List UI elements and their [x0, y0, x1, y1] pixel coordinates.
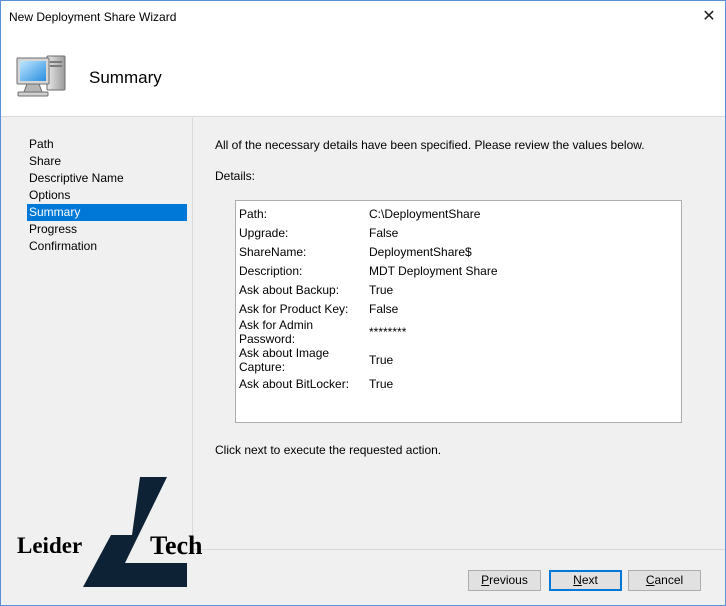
detail-row: Description: MDT Deployment Share	[239, 261, 498, 280]
detail-key: Ask about Image Capture:	[239, 346, 330, 374]
next-button-label: Next	[573, 573, 598, 587]
step-confirmation: Confirmation	[29, 239, 98, 253]
detail-value: MDT Deployment Share	[369, 263, 498, 278]
next-button[interactable]: Next	[549, 570, 622, 591]
detail-row: Ask for Product Key: False	[239, 299, 498, 318]
detail-value: DeploymentShare$	[369, 244, 472, 259]
title-bar: New Deployment Share Wizard ✕	[1, 1, 725, 32]
detail-row: Ask for Admin Password: ********	[239, 318, 498, 346]
window-title: New Deployment Share Wizard	[9, 10, 177, 24]
detail-value: True	[369, 282, 394, 297]
previous-button[interactable]: Previous	[468, 570, 541, 591]
step-path: Path	[29, 137, 54, 151]
step-summary: Summary	[27, 204, 187, 221]
step-descriptive-name: Descriptive Name	[29, 171, 124, 185]
detail-key: Ask for Admin Password:	[239, 318, 314, 346]
detail-value: True	[369, 376, 394, 391]
detail-key: ShareName:	[239, 244, 307, 259]
detail-row: ShareName: DeploymentShare$	[239, 242, 498, 261]
detail-row: Ask about Image Capture: True	[239, 346, 498, 374]
detail-value: True	[369, 353, 394, 367]
detail-key: Path:	[239, 206, 268, 221]
detail-row: Upgrade: False	[239, 223, 498, 242]
detail-row: Ask about BitLocker: True	[239, 374, 498, 393]
detail-key: Description:	[239, 263, 303, 278]
detail-key: Upgrade:	[239, 225, 289, 240]
cancel-button-label: Cancel	[645, 573, 684, 587]
leidertech-watermark: Leider Tech	[15, 475, 225, 590]
page-title: Summary	[89, 68, 162, 87]
intro-text: All of the necessary details have been s…	[215, 138, 645, 152]
detail-key: Ask for Product Key:	[239, 301, 349, 316]
detail-value: C:\DeploymentShare	[369, 206, 481, 221]
previous-button-label: Previous	[481, 573, 528, 587]
detail-row: Ask about Backup: True	[239, 280, 498, 299]
step-options: Options	[29, 188, 71, 202]
step-progress: Progress	[29, 222, 78, 236]
wizard-header: Summary	[1, 32, 725, 117]
details-label: Details:	[215, 169, 256, 183]
detail-key: Ask about Backup:	[239, 282, 340, 297]
steps-list: Path Share Descriptive Name Options Summary P…	[27, 136, 187, 255]
detail-value: False	[369, 225, 399, 240]
button-divider	[194, 549, 725, 550]
cancel-button[interactable]: Cancel	[628, 570, 701, 591]
detail-value: False	[369, 301, 399, 316]
detail-key: Ask about BitLocker:	[239, 376, 350, 391]
details-table: Path: C:\DeploymentShare Upgrade: False Shar…	[239, 204, 498, 393]
footer-note: Click next to execute the requested acti…	[215, 443, 442, 457]
close-icon[interactable]: ✕	[697, 5, 721, 27]
detail-value: ********	[369, 325, 407, 339]
detail-row: Path: C:\DeploymentShare	[239, 204, 498, 223]
step-share: Share	[29, 154, 62, 168]
summary-panel: All of the necessary details have been s…	[194, 118, 725, 548]
watermark-word-2: Tech	[150, 531, 203, 560]
computer-icon	[16, 55, 66, 97]
watermark-word-1: Leider	[17, 533, 83, 558]
wizard-window: New Deployment Share Wizard ✕ Summary Pa…	[0, 0, 726, 606]
details-box[interactable]: Path: C:\DeploymentShare Upgrade: False Shar…	[235, 200, 682, 423]
